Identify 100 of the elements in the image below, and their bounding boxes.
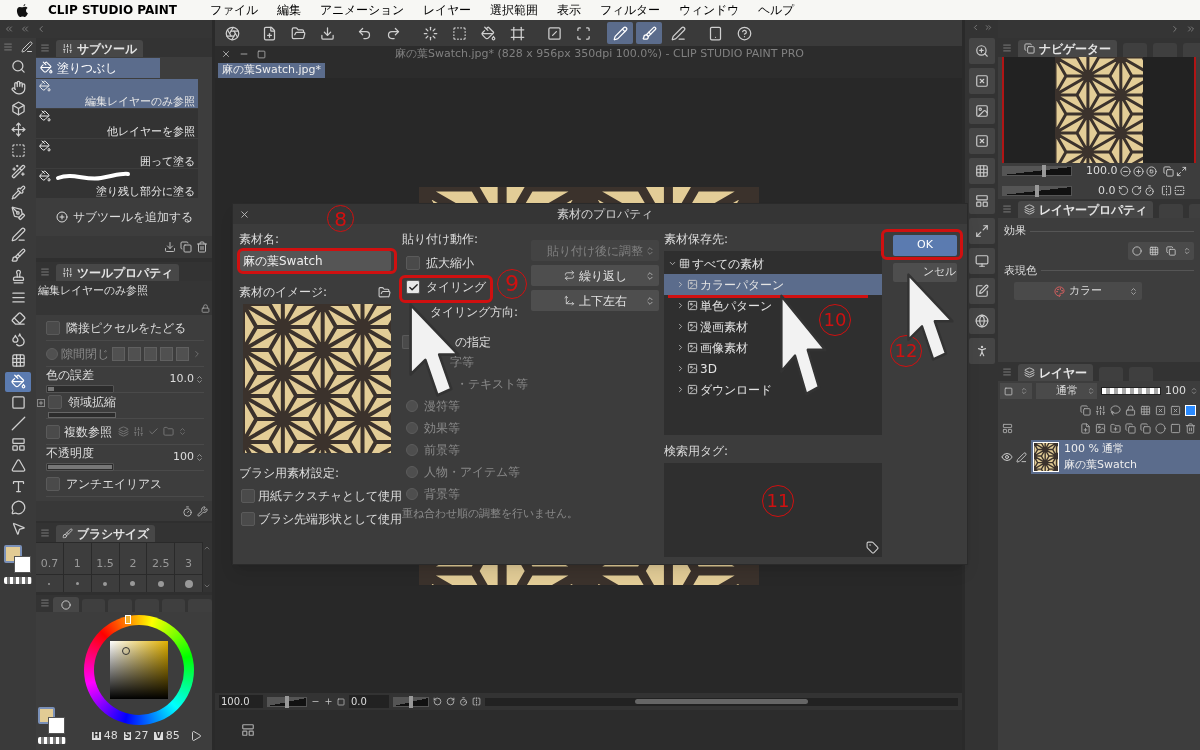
tree-item[interactable]: カラーパターン (664, 274, 882, 295)
menu-item[interactable]: ファイル (209, 1, 258, 19)
field-label: 素材保存先: (664, 231, 729, 248)
color-mode-select[interactable]: カラー (1014, 282, 1142, 300)
subtool-name: 編集レイヤーのみ参照 (38, 283, 149, 299)
menu-item[interactable]: ウィンドウ (678, 1, 739, 19)
panel-tab[interactable]: レイヤープロパティ (1018, 201, 1153, 218)
menu-item[interactable]: 選択範囲 (489, 1, 538, 19)
hint-text: 重ね合わせ順の調整を行いません。 (402, 506, 578, 520)
property-label: 隙間閉じ (61, 345, 109, 363)
section-label: 表現色 (1004, 262, 1037, 279)
subtool-item[interactable]: 囲って塗る (36, 139, 198, 168)
property-label: 色の誤差 (46, 367, 95, 384)
menu-item[interactable]: レイヤー (422, 1, 471, 19)
tree-item[interactable]: 3D (664, 358, 719, 379)
layer-name: 麻の葉Swatch (1064, 457, 1138, 473)
subtool-item[interactable]: 塗り残し部分に塗る (36, 169, 198, 198)
channel-value: 85 (165, 728, 180, 744)
channel-label: V (154, 732, 163, 741)
tree-item[interactable]: すべての素材 (664, 253, 766, 274)
property-label: 隣接ピクセルをたどる (66, 319, 186, 337)
property-label: アンチエイリアス (66, 475, 162, 493)
brush-size-cell[interactable]: 2 (119, 543, 148, 575)
brush-size-cell[interactable]: 1 (63, 543, 92, 575)
subtool-label: 編集レイヤーのみ参照 (85, 96, 195, 107)
subtool-label: 囲って塗る (140, 156, 195, 167)
brush-size-cell[interactable]: 1.5 (91, 543, 120, 575)
cancel-button[interactable]: ンセル (893, 263, 957, 282)
tiling-direction-select[interactable]: 上下左右 (531, 290, 659, 311)
tiling-mode-select[interactable]: 繰り返し (531, 265, 659, 286)
menu-item[interactable]: アニメーション (319, 1, 404, 19)
panel-title: サブツール (77, 40, 137, 58)
property-value: 10.0 (169, 371, 194, 388)
dialog-title: 素材のプロパティ (557, 206, 653, 223)
angle-field[interactable]: 0.0 (349, 695, 389, 708)
material-name-field[interactable]: 麻の葉Swatch (239, 251, 391, 271)
panel-tab[interactable]: サブツール (56, 40, 143, 57)
app-name: CLIP STUDIO PAINT (48, 2, 177, 19)
add-subtool-button[interactable]: サブツールを追加する (55, 208, 193, 226)
tree-item[interactable]: 画像素材 (664, 337, 750, 358)
menu-item[interactable]: ヘルプ (757, 1, 794, 19)
subtool-item[interactable]: 他レイヤーを参照 (36, 109, 198, 138)
tree-item[interactable]: 単色パターン (664, 295, 774, 316)
ok-button[interactable]: OK (893, 235, 957, 256)
option-label: ブラシ先端形状として使用 (258, 512, 402, 528)
channel-value: 27 (134, 728, 149, 744)
document-tab[interactable]: 麻の葉Swatch.jpg* (218, 63, 326, 78)
brush-size-cell[interactable]: 2.5 (147, 543, 176, 575)
option-label: 背景等 (424, 486, 460, 503)
opacity-value: 100 (1165, 382, 1187, 399)
panel-title: レイヤープロパティ (1039, 201, 1147, 219)
option-label: 拡大縮小 (426, 255, 474, 272)
zoom-value: 100.0 (1086, 163, 1118, 179)
property-label: 不透明度 (46, 445, 95, 462)
panel-title: レイヤー (1039, 364, 1087, 382)
field-label: ブラシ用素材設定: (239, 465, 340, 482)
menu-item[interactable]: 編集 (276, 1, 301, 19)
property-label: 領域拡縮 (68, 394, 116, 411)
panel-title: ナビゲーター (1039, 40, 1111, 58)
tree-item[interactable]: ダウンロード (664, 379, 774, 400)
option-label: ・テキスト等 (456, 376, 528, 393)
subtool-label: 塗り残し部分に塗る (96, 186, 195, 197)
channel-label: H (92, 732, 101, 741)
menu-item[interactable]: 表示 (556, 1, 581, 19)
menu-item[interactable]: フィルター (599, 1, 660, 19)
option-label: 漫符等 (424, 398, 460, 415)
option-label: タイリング (426, 279, 486, 296)
panel-tab[interactable]: ブラシサイズ (56, 525, 155, 542)
property-value: 100 (173, 449, 194, 466)
rotation-value: 0.0 (1098, 182, 1116, 199)
subtool-item[interactable]: 編集レイヤーのみ参照 (36, 79, 198, 108)
tree-item[interactable]: 漫画素材 (664, 316, 750, 337)
option-label: 用紙テクスチャとして使用 (258, 488, 402, 505)
channel-value: 48 (103, 728, 118, 744)
subtool-label: 他レイヤーを参照 (107, 126, 195, 137)
field-label: 貼り付け動作: (402, 231, 479, 248)
field-label: 検索用タグ: (664, 443, 729, 460)
section-label: 効果 (1004, 223, 1026, 239)
document-title: 麻の葉Swatch.jpg* (828 x 956px 350dpi 100.0%) - CLIP STUDIO PAINT PRO (395, 45, 804, 62)
zoom-field[interactable]: 100.0 (219, 695, 263, 708)
property-label: 複数参照 (64, 423, 112, 441)
layer-item[interactable]: 100 % 通常 麻の葉Swatch (1031, 440, 1200, 474)
layer-info: 100 % 通常 (1064, 440, 1126, 457)
blend-mode-select[interactable]: 通常 (1035, 383, 1098, 399)
field-label: タイリング方向: (430, 304, 519, 321)
panel-tab[interactable]: ツールプロパティ (56, 264, 179, 281)
subtool-group-tab[interactable]: 塗りつぶし (36, 57, 160, 78)
brush-size-cell[interactable]: 0.7 (36, 543, 64, 575)
option-label: 前景等 (424, 442, 460, 459)
channel-label: S (123, 732, 132, 741)
panel-title: ブラシサイズ (77, 525, 149, 543)
field-label: 素材名: (239, 231, 280, 248)
field-label: 素材のイメージ: (239, 284, 328, 301)
panel-tab[interactable]: レイヤー (1018, 364, 1093, 381)
option-label: 人物・アイテム等 (424, 464, 520, 481)
panel-title: ツールプロパティ (77, 264, 173, 282)
panel-tab[interactable]: ナビゲーター (1018, 40, 1117, 57)
option-label: の指定 (455, 334, 491, 351)
option-label: 効果等 (424, 420, 460, 437)
option-label: 字等 (450, 354, 474, 371)
